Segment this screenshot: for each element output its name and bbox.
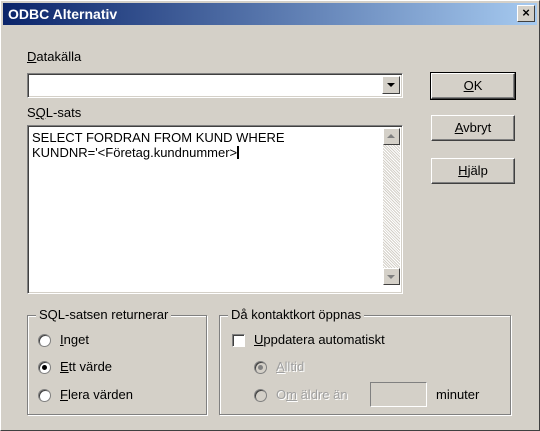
sql-text: SELECT FORDRAN FROM KUND WHERE KUNDNR='<… xyxy=(32,130,285,160)
sql-textarea[interactable]: SELECT FORDRAN FROM KUND WHERE KUNDNR='<… xyxy=(27,125,403,294)
radio-selected-dot xyxy=(42,365,47,370)
radio-selected-dot xyxy=(258,365,263,370)
radio-multiple-values[interactable] xyxy=(38,389,51,402)
minutes-input[interactable] xyxy=(370,382,427,407)
contact-open-group-title: Då kontaktkort öppnas xyxy=(228,307,365,322)
radio-older-than[interactable] xyxy=(254,389,267,402)
scroll-down-icon xyxy=(387,275,395,279)
sql-vertical-scrollbar[interactable] xyxy=(383,128,400,285)
text-caret xyxy=(237,146,240,159)
chevron-down-icon xyxy=(387,83,395,87)
radio-multiple-values-label: Flera värden xyxy=(60,387,133,402)
title-bar: ODBC Alternativ × xyxy=(3,3,537,25)
cancel-button[interactable]: Avbryt xyxy=(431,115,515,141)
close-icon: × xyxy=(522,5,530,20)
radio-older-than-label: Om äldre än xyxy=(276,387,348,402)
datasource-combobox[interactable] xyxy=(27,73,403,98)
dialog-title: ODBC Alternativ xyxy=(8,6,118,22)
ok-button[interactable]: OK xyxy=(430,72,516,100)
scroll-up-icon xyxy=(387,134,395,138)
radio-always-label: Alltid xyxy=(276,359,305,374)
auto-update-checkbox[interactable] xyxy=(232,334,245,347)
close-button[interactable]: × xyxy=(517,5,535,22)
datasource-label: Datakälla xyxy=(27,49,82,64)
sql-label: SQL-sats xyxy=(27,105,82,120)
radio-none[interactable] xyxy=(38,334,51,347)
sql-returns-group: SQL-satsen returnerar Inget Ett värde Fl… xyxy=(27,307,207,415)
radio-always[interactable] xyxy=(254,361,267,374)
sql-returns-group-title: SQL-satsen returnerar xyxy=(36,307,172,322)
datasource-dropdown-button[interactable] xyxy=(382,76,400,94)
radio-single-value[interactable] xyxy=(38,361,51,374)
minutes-label: minuter xyxy=(436,387,480,402)
odbc-options-dialog: ODBC Alternativ × Datakälla SQL-sats SEL… xyxy=(0,0,540,431)
scroll-up-button[interactable] xyxy=(383,128,400,145)
help-button[interactable]: Hjälp xyxy=(431,158,515,184)
radio-none-label: Inget xyxy=(60,332,89,347)
contact-open-group: Då kontaktkort öppnas Uppdatera automati… xyxy=(219,307,511,415)
radio-single-value-label: Ett värde xyxy=(60,359,113,374)
auto-update-label: Uppdatera automatiskt xyxy=(254,332,385,347)
scroll-down-button[interactable] xyxy=(383,268,400,285)
